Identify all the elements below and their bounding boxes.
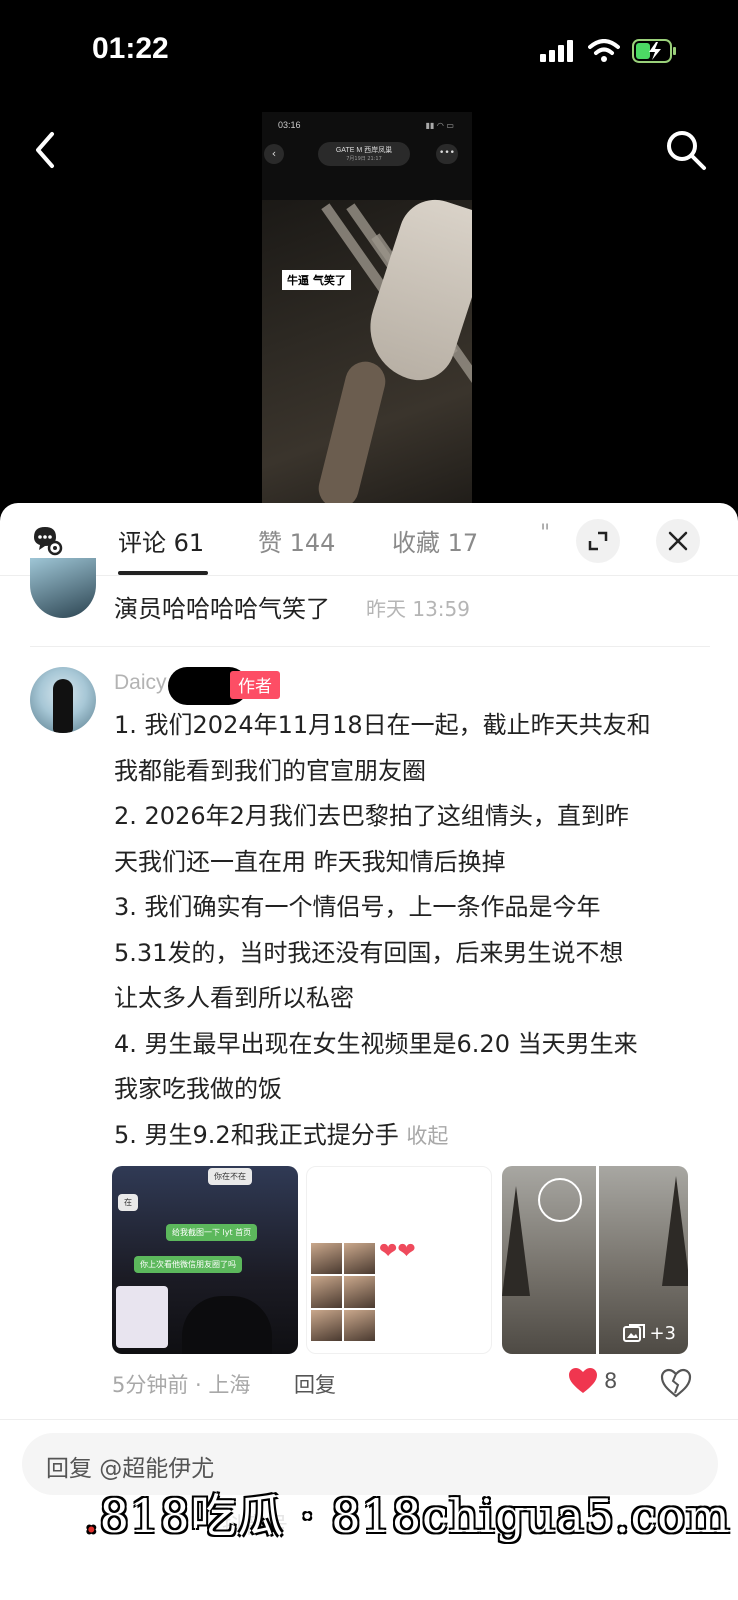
inner-subtitle: 7月19日 21:17 — [346, 156, 382, 162]
comment-image-3[interactable]: +3 — [502, 1166, 688, 1354]
site-watermark: .818吃瓜 · 818chigua5.com — [84, 1480, 731, 1546]
chat-bubble: 在 — [118, 1194, 138, 1211]
photo-silhouette — [182, 1296, 272, 1354]
mini-photo-grid — [311, 1243, 375, 1341]
inner-title-pill: GATE M 西岸凤巢 7月19日 21:17 — [318, 142, 410, 166]
comment-line: 天我们还一直在用 昨天我知情后换掉 — [114, 847, 506, 876]
like-count: 8 — [604, 1369, 618, 1393]
comment-panel: 评论 61 赞 144 收藏 17 " 演员哈哈哈哈气笑了 昨天 13:59 D… — [0, 503, 738, 1600]
inner-photo: 牛逼 气笑了 — [262, 190, 472, 504]
comment-image-2[interactable]: ❤❤ — [306, 1166, 492, 1354]
panel-divider — [0, 1419, 738, 1420]
tab-overflow[interactable]: " — [540, 521, 552, 555]
embedded-screenshot[interactable]: 03:16 ▮▮ ◠ ▭ ‹ GATE M 西岸凤巢 7月19日 21:17 •… — [262, 112, 472, 504]
prev-commenter-avatar[interactable] — [30, 558, 96, 618]
wifi-icon — [588, 39, 620, 62]
status-icons — [540, 38, 678, 64]
inner-status-time: 03:16 — [278, 120, 301, 130]
eiffel-tower-shape — [662, 1176, 688, 1286]
comment-line: 我都能看到我们的官宣朋友圈 — [114, 756, 426, 785]
prev-comment-time: 昨天 13:59 — [366, 597, 470, 621]
back-icon[interactable] — [28, 128, 64, 172]
like-button[interactable]: 8 — [568, 1367, 617, 1395]
prev-comment-text: 演员哈哈哈哈气笑了 — [114, 595, 330, 623]
comment-body: 1. 我们2024年11月18日在一起，截止昨天共友和 我都能看到我们的官宣朋友… — [114, 703, 704, 1159]
broken-heart-icon[interactable] — [660, 1367, 692, 1399]
comment-line: 5.31发的，当时我还没有回国，后来男生说不想 — [114, 938, 624, 967]
chat-settings-icon[interactable] — [30, 523, 64, 557]
comment-image-1[interactable]: 你在不在 在 给我截图一下 lyt 首页 你上次看他微信朋友圈了吗 — [112, 1166, 298, 1354]
inner-title: GATE M 西岸凤巢 — [335, 147, 393, 154]
inner-caption: 牛逼 气笑了 — [282, 270, 351, 290]
comment-meta: 5分钟前 · 上海 — [112, 1373, 251, 1397]
watermark-dot: . — [84, 1489, 100, 1543]
signal-icon — [540, 40, 573, 62]
expand-button[interactable] — [576, 519, 620, 563]
tab-comments[interactable]: 评论 61 — [118, 523, 204, 558]
reply-button[interactable]: 回复 — [294, 1369, 336, 1399]
inner-more-icon: ••• — [436, 144, 458, 164]
close-icon — [668, 531, 688, 551]
photo-leg — [314, 357, 390, 504]
collapse-link[interactable]: 收起 — [406, 1124, 448, 1148]
gallery-icon — [623, 1323, 646, 1342]
more-images-indicator[interactable]: +3 — [623, 1323, 676, 1344]
tab-active-underline — [118, 571, 208, 575]
comment-line: 让太多人看到所以私密 — [114, 984, 354, 1012]
comment-line: 2. 2026年2月我们去巴黎拍了这组情头，直到昨 — [114, 802, 629, 830]
comment-line: 3. 我们确实有一个情侣号，上一条作品是今年 — [114, 893, 601, 921]
tab-favorites[interactable]: 收藏 17 — [392, 523, 478, 558]
comment-line: 我家吃我做的饭 — [114, 1075, 282, 1103]
author-avatar[interactable] — [30, 667, 96, 733]
comment-line-last: 5. 男生9.2和我正式提分手 收起 — [114, 1113, 704, 1160]
status-bar: 01:22 — [0, 0, 738, 100]
chat-bubble: 给我截图一下 lyt 首页 — [166, 1224, 258, 1241]
hearts-icon: ❤❤ — [379, 1239, 416, 1264]
author-username[interactable]: Daicy — [114, 671, 167, 695]
comment-tabs-bar: 评论 61 赞 144 收藏 17 " — [0, 503, 738, 576]
image-split-line — [596, 1166, 599, 1354]
chat-bubble: 你上次看他微信朋友圈了吗 — [134, 1256, 242, 1273]
avatar-figure — [53, 679, 73, 733]
reply-placeholder: 回复 @超能伊尤 — [46, 1456, 215, 1482]
author-badge: 作者 — [230, 671, 280, 699]
chat-bubble: 你在不在 — [208, 1168, 252, 1185]
focus-circle — [538, 1178, 582, 1222]
comment-divider — [30, 646, 710, 647]
comment-line: 4. 男生最早出现在女生视频里是6.20 当天男生来 — [114, 1029, 638, 1058]
inner-back-icon: ‹ — [264, 144, 284, 164]
inner-status-icons: ▮▮ ◠ ▭ — [425, 121, 454, 130]
search-icon[interactable] — [664, 128, 708, 172]
eiffel-tower-shape — [502, 1186, 530, 1296]
status-time: 01:22 — [92, 32, 169, 65]
heart-filled-icon — [569, 1368, 597, 1393]
chat-screenshot-card — [116, 1286, 168, 1348]
comment-line-text: 5. 男生9.2和我正式提分手 — [114, 1120, 399, 1149]
close-button[interactable] — [656, 519, 700, 563]
tab-likes[interactable]: 赞 144 — [258, 523, 335, 558]
more-images-count: +3 — [649, 1323, 676, 1344]
watermark-text: 818吃瓜 · 818chigua5.com — [99, 1489, 731, 1543]
expand-icon — [588, 531, 608, 551]
battery-charging-icon — [632, 39, 676, 63]
comment-line: 1. 我们2024年11月18日在一起，截止昨天共友和 — [114, 711, 651, 739]
